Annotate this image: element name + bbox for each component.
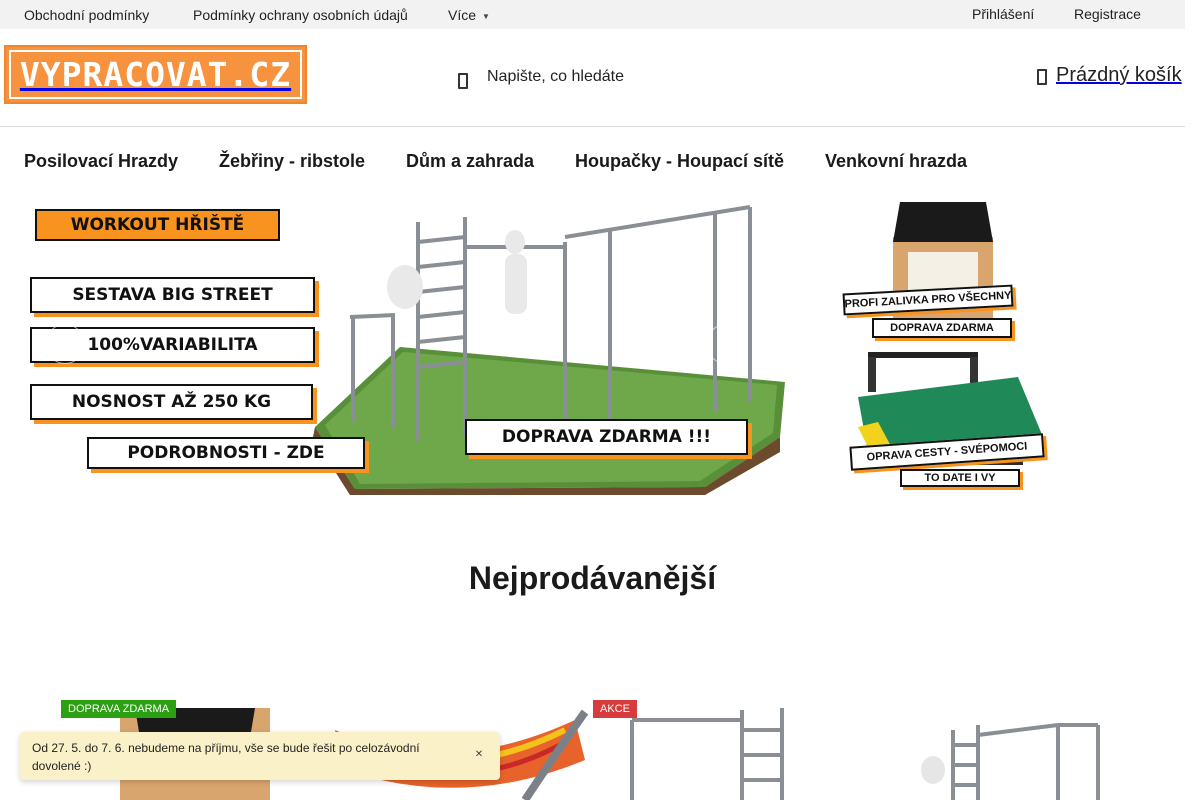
announcement-text: Od 27. 5. do 7. 6. nebudeme na příjmu, v… (32, 741, 420, 773)
nav-item-venkovni-hrazda[interactable]: Venkovní hrazda (825, 151, 967, 172)
promo-tag: DOPRAVA ZDARMA (872, 318, 1012, 338)
banner-tag: DOPRAVA ZDARMA !!! (465, 419, 748, 455)
nav-item-posilovaci-hrazdy[interactable]: Posilovací Hrazdy (24, 151, 178, 172)
privacy-link[interactable]: Podmínky ochrany osobních údajů (193, 7, 408, 23)
sale-badge: AKCE (593, 700, 637, 718)
banner-tag: NOSNOST AŽ 250 KG (30, 384, 313, 420)
nav-item-zebriny[interactable]: Žebřiny - ribstole (219, 151, 365, 172)
slider-next-arrow[interactable]: › (706, 324, 746, 364)
nav-item-dum-a-zahrada[interactable]: Dům a zahrada (406, 151, 534, 172)
slider-prev-arrow[interactable]: ‹ (45, 324, 85, 364)
more-menu[interactable]: Více ▼ (448, 7, 490, 23)
chevron-left-icon: ‹ (62, 333, 68, 354)
announcement-bar: Od 27. 5. do 7. 6. nebudeme na příjmu, v… (20, 732, 500, 780)
free-shipping-badge: DOPRAVA ZDARMA (61, 700, 177, 718)
hero-banner[interactable]: WORKOUT HŘIŠTĚ SESTAVA BIG STREET 100%VA… (25, 197, 785, 495)
nav-item-houpacky[interactable]: Houpačky - Houpací sítě (575, 151, 784, 172)
search-bar[interactable]: Napište, co hledáte (450, 62, 750, 92)
logo-text: VYPRACOVAT.CZ (19, 55, 292, 94)
header-divider (0, 126, 1185, 127)
product-card[interactable] (858, 700, 1138, 800)
login-link[interactable]: Přihlášení (972, 6, 1034, 22)
banner-tag: SESTAVA BIG STREET (30, 277, 315, 313)
site-logo[interactable]: VYPRACOVAT.CZ (4, 45, 307, 104)
bestsellers-heading: Nejprodávanější (468, 560, 717, 596)
search-icon[interactable] (454, 66, 476, 89)
cart-label: Prázdný košík (1056, 64, 1182, 86)
chevron-right-icon: › (723, 333, 729, 354)
product-image (921, 723, 1100, 800)
banner-title: WORKOUT HŘIŠTĚ (35, 209, 280, 241)
chevron-down-icon: ▼ (482, 11, 490, 21)
close-icon[interactable]: ✕ (473, 749, 485, 763)
top-utility-bar: Obchodní podmínky Podmínky ochrany osobn… (0, 0, 1185, 29)
side-promo-banner[interactable]: PROFI ZALIVKA PRO VŠECHNY DOPRAVA ZDARMA… (838, 197, 1053, 495)
cart-icon (1034, 65, 1048, 87)
terms-link[interactable]: Obchodní podmínky (24, 7, 149, 23)
search-input[interactable]: Napište, co hledáte (487, 68, 624, 86)
cart-button[interactable]: Prázdný košík (1034, 64, 1182, 87)
register-link[interactable]: Registrace (1074, 6, 1141, 22)
more-label: Více (448, 7, 477, 23)
product-card[interactable]: AKCE (592, 700, 852, 800)
banner-details-link: PODROBNOSTI - ZDE (87, 437, 365, 469)
logo-frame: VYPRACOVAT.CZ (9, 50, 302, 99)
promo-tag: TO DATE I VY (900, 469, 1020, 487)
